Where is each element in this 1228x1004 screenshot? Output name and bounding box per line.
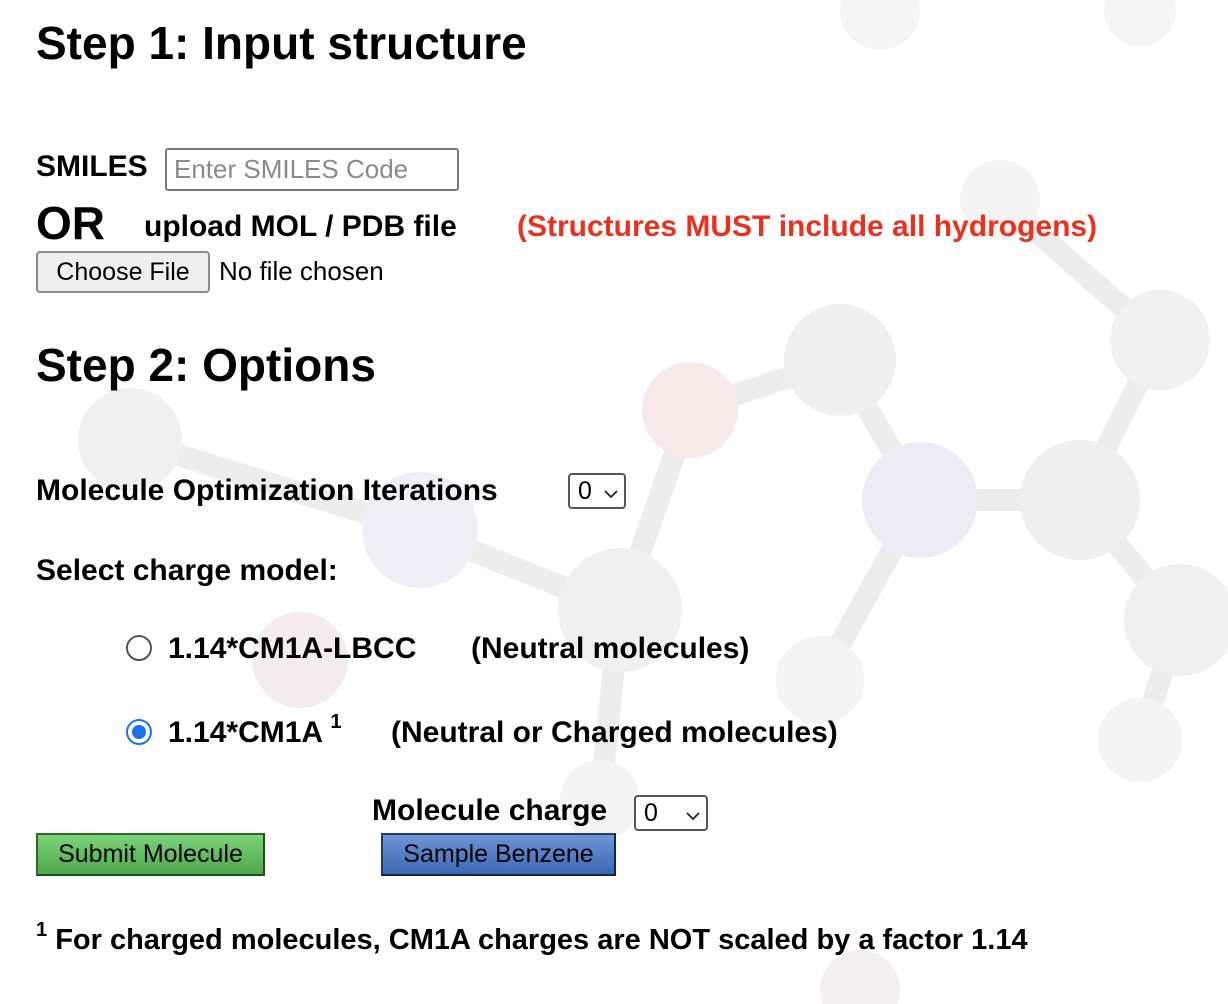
choose-file-button[interactable]: Choose File	[36, 251, 210, 293]
charge-model-label: Select charge model:	[36, 554, 338, 587]
option-cm1a-name: 1.14*CM1A	[168, 716, 322, 749]
option-cm1a-lbcc-label: 1.14*CM1A-LBCC	[168, 632, 417, 665]
page: Step 1: Input structure SMILES OR upload…	[0, 0, 1228, 1004]
footnote: 1 For charged molecules, CM1A charges ar…	[36, 920, 1028, 956]
chevron-down-icon	[604, 477, 618, 506]
sample-benzene-button[interactable]: Sample Benzene	[381, 833, 616, 876]
smiles-input[interactable]	[165, 148, 459, 191]
radio-cm1a-lbcc[interactable]	[126, 635, 152, 661]
file-status: No file chosen	[219, 256, 384, 286]
molecule-charge-label: Molecule charge	[372, 794, 608, 827]
footnote-marker: 1	[36, 919, 48, 941]
iterations-select[interactable]: 0	[568, 473, 626, 509]
option-cm1a-lbcc-note: (Neutral molecules)	[471, 632, 750, 665]
radio-cm1a[interactable]	[126, 719, 152, 745]
chevron-down-icon	[686, 799, 700, 828]
upload-label: upload MOL / PDB file	[144, 210, 457, 243]
option-cm1a-label: 1.14*CM1A 1	[168, 712, 341, 749]
hydrogen-warning: (Structures MUST include all hydrogens)	[517, 210, 1098, 243]
iterations-label: Molecule Optimization Iterations	[36, 474, 498, 507]
footnote-text: For charged molecules, CM1A charges are …	[55, 924, 1028, 956]
step2-heading: Step 2: Options	[36, 339, 376, 391]
or-label: OR	[36, 197, 105, 249]
option-cm1a-footnote-marker: 1	[330, 711, 342, 733]
smiles-label: SMILES	[36, 150, 148, 183]
option-cm1a-note: (Neutral or Charged molecules)	[391, 716, 838, 749]
molecule-charge-select[interactable]: 0	[634, 795, 708, 831]
molecule-charge-value: 0	[644, 798, 658, 827]
step1-heading: Step 1: Input structure	[36, 17, 527, 69]
submit-molecule-button[interactable]: Submit Molecule	[36, 833, 265, 876]
iterations-select-value: 0	[578, 476, 592, 505]
